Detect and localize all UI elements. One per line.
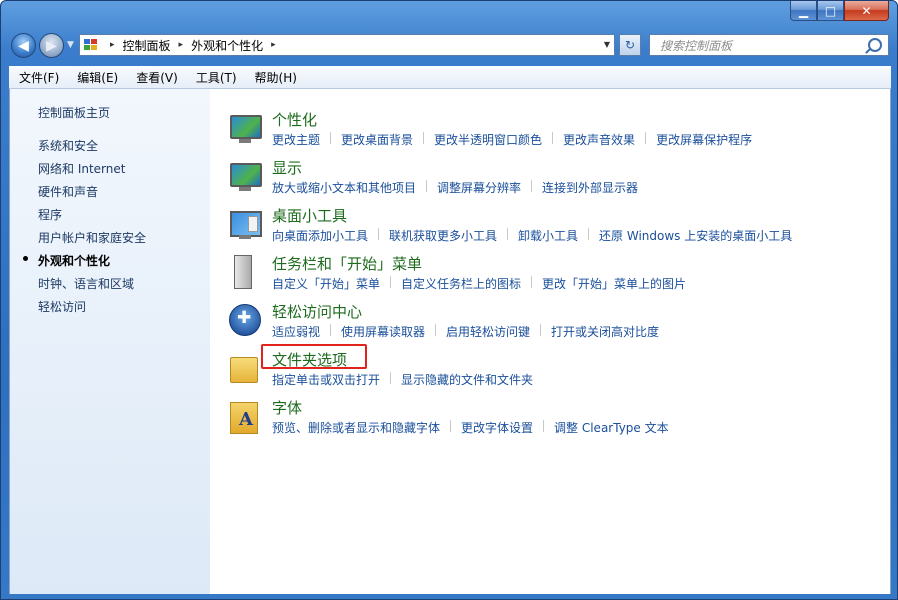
recent-pages-dropdown[interactable]: ▼ (67, 40, 74, 50)
sidebar-item-network-internet[interactable]: 网络和 Internet (38, 160, 125, 177)
arrow-right-icon: ▶ (46, 37, 57, 54)
breadcrumb-separator-icon[interactable]: ▸ (271, 40, 276, 50)
breadcrumb-appearance[interactable]: 外观和个性化 (191, 37, 263, 54)
fonts-icon[interactable] (228, 399, 262, 434)
breadcrumb-control-panel[interactable]: 控制面板 (123, 37, 171, 54)
link-font-settings[interactable]: 更改字体设置 (461, 419, 533, 436)
minimize-icon: ▁ (798, 3, 809, 18)
sidebar-item-system-security[interactable]: 系统和安全 (38, 137, 98, 154)
category-title[interactable]: 任务栏和「开始」菜单 (272, 253, 422, 274)
refresh-icon: ↻ (624, 38, 636, 52)
link-cleartype[interactable]: 调整 ClearType 文本 (554, 419, 669, 436)
search-icon[interactable] (868, 38, 882, 52)
breadcrumb-separator-icon[interactable]: ▸ (110, 40, 115, 50)
gadgets-icon[interactable] (228, 207, 262, 241)
search-box[interactable] (649, 34, 889, 56)
category-title[interactable]: 字体 (272, 397, 302, 418)
link-customize-start[interactable]: 自定义「开始」菜单 (272, 275, 380, 292)
category-gadgets: 桌面小工具 向桌面添加小工具 联机获取更多小工具 卸载小工具 还原 Window… (210, 205, 890, 253)
link-adjust-resolution[interactable]: 调整屏幕分辨率 (437, 179, 521, 196)
link-change-theme[interactable]: 更改主题 (272, 131, 320, 148)
link-change-start-picture[interactable]: 更改「开始」菜单上的图片 (542, 275, 686, 292)
minimize-button[interactable]: ▁ (790, 1, 817, 21)
link-restore-gadgets[interactable]: 还原 Windows 上安装的桌面小工具 (599, 227, 792, 244)
close-button[interactable]: ✕ (844, 1, 889, 21)
link-show-hidden-files[interactable]: 显示隐藏的文件和文件夹 (401, 371, 533, 388)
control-panel-icon (84, 39, 98, 51)
active-bullet-icon (23, 256, 28, 261)
link-get-more-gadgets[interactable]: 联机获取更多小工具 (389, 227, 497, 244)
navigation-bar: ◀ ▶ ▼ ▸ 控制面板 ▸ 外观和个性化 ▸ ▼ ↻ (1, 28, 898, 64)
folder-options-icon[interactable] (228, 351, 262, 385)
category-links: 自定义「开始」菜单 自定义任务栏上的图标 更改「开始」菜单上的图片 (272, 275, 686, 292)
category-fonts: 字体 预览、删除或者显示和隐藏字体 更改字体设置 调整 ClearType 文本 (210, 397, 890, 445)
category-personalization: 个性化 更改主题 更改桌面背景 更改半透明窗口颜色 更改声音效果 更改屏幕保护程… (210, 109, 890, 157)
refresh-button[interactable]: ↻ (619, 34, 641, 56)
menu-help[interactable]: 帮助(H) (245, 69, 305, 86)
taskbar-icon[interactable] (228, 255, 262, 289)
maximize-icon: □ (824, 3, 837, 18)
main-panel: 个性化 更改主题 更改桌面背景 更改半透明窗口颜色 更改声音效果 更改屏幕保护程… (210, 89, 890, 594)
category-links: 指定单击或双击打开 显示隐藏的文件和文件夹 (272, 371, 533, 388)
link-change-sounds[interactable]: 更改声音效果 (563, 131, 635, 148)
link-screen-reader[interactable]: 使用屏幕读取器 (341, 323, 425, 340)
category-taskbar: 任务栏和「开始」菜单 自定义「开始」菜单 自定义任务栏上的图标 更改「开始」菜单… (210, 253, 890, 301)
category-title[interactable]: 显示 (272, 157, 302, 178)
link-high-contrast[interactable]: 打开或关闭高对比度 (551, 323, 659, 340)
link-change-screensaver[interactable]: 更改屏幕保护程序 (656, 131, 752, 148)
category-ease-of-access: 轻松访问中心 适应弱视 使用屏幕读取器 启用轻松访问键 打开或关闭高对比度 (210, 301, 890, 349)
link-preview-fonts[interactable]: 预览、删除或者显示和隐藏字体 (272, 419, 440, 436)
sidebar-item-clock-language[interactable]: 时钟、语言和区域 (38, 275, 134, 292)
sidebar: 控制面板主页 系统和安全 网络和 Internet 硬件和声音 程序 用户帐户和… (10, 89, 210, 594)
address-bar[interactable]: ▸ 控制面板 ▸ 外观和个性化 ▸ ▼ (79, 34, 615, 56)
link-change-window-color[interactable]: 更改半透明窗口颜色 (434, 131, 542, 148)
category-links: 更改主题 更改桌面背景 更改半透明窗口颜色 更改声音效果 更改屏幕保护程序 (272, 131, 752, 148)
ease-of-access-icon[interactable] (228, 303, 262, 337)
link-change-background[interactable]: 更改桌面背景 (341, 131, 413, 148)
category-title[interactable]: 个性化 (272, 109, 317, 130)
link-customize-taskbar-icons[interactable]: 自定义任务栏上的图标 (401, 275, 521, 292)
category-title[interactable]: 文件夹选项 (272, 349, 347, 370)
close-icon: ✕ (861, 3, 872, 18)
forward-button[interactable]: ▶ (39, 33, 64, 58)
link-resize-text[interactable]: 放大或缩小文本和其他项目 (272, 179, 416, 196)
link-uninstall-gadget[interactable]: 卸载小工具 (518, 227, 578, 244)
content-area: 控制面板主页 系统和安全 网络和 Internet 硬件和声音 程序 用户帐户和… (9, 89, 891, 594)
maximize-button[interactable]: □ (817, 1, 844, 21)
menu-tools[interactable]: 工具(T) (186, 69, 245, 86)
sidebar-item-programs[interactable]: 程序 (38, 206, 62, 223)
link-external-display[interactable]: 连接到外部显示器 (542, 179, 638, 196)
category-folder-options: 文件夹选项 指定单击或双击打开 显示隐藏的文件和文件夹 (210, 344, 890, 397)
sidebar-item-ease-of-access[interactable]: 轻松访问 (38, 298, 86, 315)
address-dropdown-icon[interactable]: ▼ (604, 40, 610, 49)
arrow-left-icon: ◀ (18, 37, 29, 54)
display-icon[interactable] (228, 159, 262, 193)
search-input[interactable] (658, 36, 862, 56)
caption-buttons: ▁ □ ✕ (790, 1, 889, 21)
category-title[interactable]: 轻松访问中心 (272, 301, 362, 322)
menu-view[interactable]: 查看(V) (126, 69, 186, 86)
link-add-gadgets[interactable]: 向桌面添加小工具 (272, 227, 368, 244)
sidebar-item-control-panel-home[interactable]: 控制面板主页 (38, 104, 110, 121)
menu-file[interactable]: 文件(F) (9, 69, 67, 86)
menu-edit[interactable]: 编辑(E) (67, 69, 126, 86)
link-single-double-click[interactable]: 指定单击或双击打开 (272, 371, 380, 388)
category-links: 适应弱视 使用屏幕读取器 启用轻松访问键 打开或关闭高对比度 (272, 323, 659, 340)
back-button[interactable]: ◀ (11, 33, 36, 58)
category-links: 预览、删除或者显示和隐藏字体 更改字体设置 调整 ClearType 文本 (272, 419, 669, 436)
category-links: 放大或缩小文本和其他项目 调整屏幕分辨率 连接到外部显示器 (272, 179, 638, 196)
sidebar-item-hardware-sound[interactable]: 硬件和声音 (38, 183, 98, 200)
personalization-icon[interactable] (228, 111, 262, 145)
category-display: 显示 放大或缩小文本和其他项目 调整屏幕分辨率 连接到外部显示器 (210, 157, 890, 205)
link-enable-access-keys[interactable]: 启用轻松访问键 (446, 323, 530, 340)
menu-bar: 文件(F) 编辑(E) 查看(V) 工具(T) 帮助(H) (9, 66, 891, 89)
link-low-vision[interactable]: 适应弱视 (272, 323, 320, 340)
sidebar-item-appearance[interactable]: 外观和个性化 (38, 252, 110, 269)
breadcrumb-separator-icon[interactable]: ▸ (179, 40, 184, 50)
category-title[interactable]: 桌面小工具 (272, 205, 347, 226)
window-frame: ▁ □ ✕ ◀ ▶ ▼ ▸ 控制面板 ▸ 外观和个性化 ▸ ▼ ↻ 文件(F) … (0, 0, 898, 600)
sidebar-item-user-accounts[interactable]: 用户帐户和家庭安全 (38, 229, 146, 246)
category-links: 向桌面添加小工具 联机获取更多小工具 卸载小工具 还原 Windows 上安装的… (272, 227, 792, 244)
